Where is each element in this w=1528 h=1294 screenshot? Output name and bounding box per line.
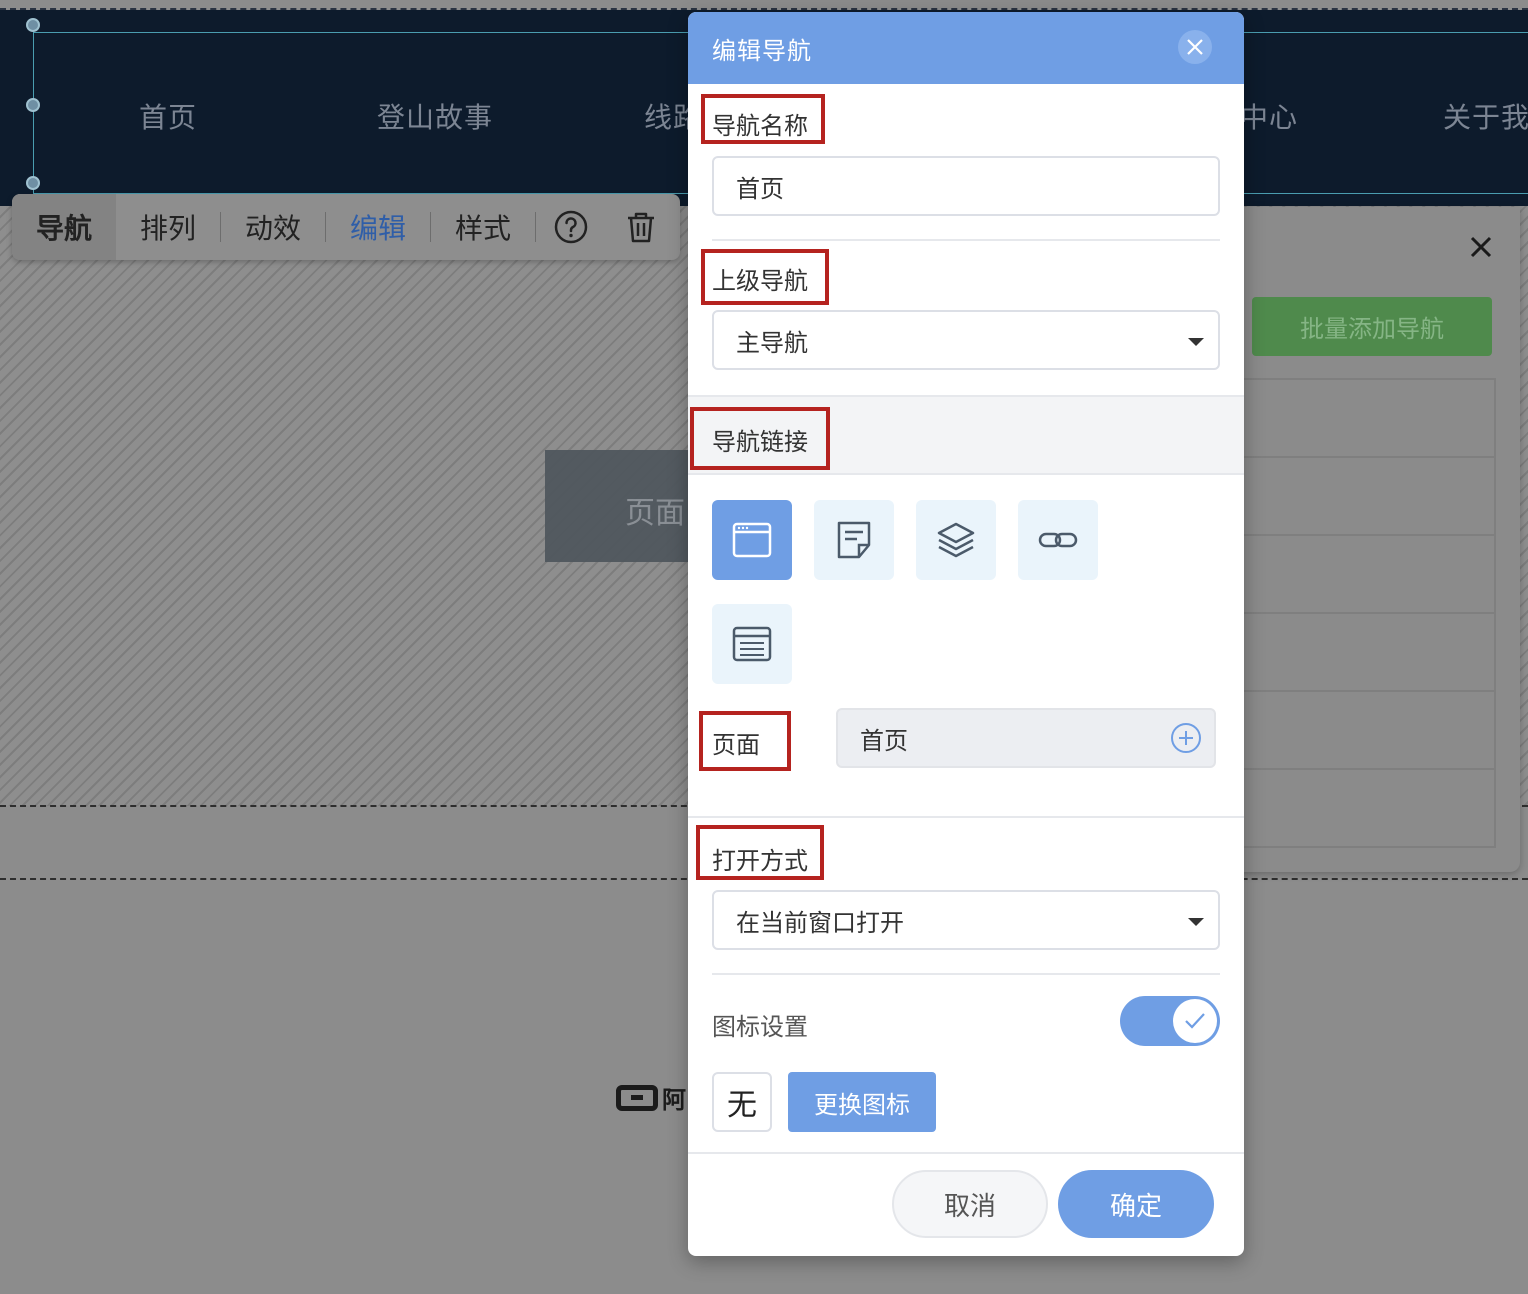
divider bbox=[712, 973, 1220, 975]
list-item[interactable] bbox=[1244, 692, 1494, 770]
divider bbox=[688, 1152, 1244, 1154]
toolbar-tab-style[interactable]: 样式 bbox=[431, 194, 535, 260]
list-item[interactable] bbox=[1244, 536, 1494, 614]
plus-circle-icon[interactable] bbox=[1170, 722, 1202, 754]
dialog-close-button[interactable] bbox=[1178, 30, 1212, 64]
list-page-icon bbox=[732, 626, 772, 662]
link-type-url[interactable] bbox=[1018, 500, 1098, 580]
site-nav-item-home[interactable]: 首页 bbox=[139, 96, 197, 136]
nav-list bbox=[1244, 378, 1496, 848]
link-icon bbox=[1038, 532, 1078, 548]
section-boundary bbox=[0, 8, 1528, 10]
page-icon bbox=[732, 522, 772, 558]
page-block: 页面 bbox=[545, 450, 695, 562]
help-button[interactable] bbox=[536, 194, 606, 260]
close-icon bbox=[1187, 39, 1203, 55]
link-type-list-page[interactable] bbox=[712, 604, 792, 684]
nav-name-label: 导航名称 bbox=[712, 112, 808, 140]
cancel-button[interactable]: 取消 bbox=[892, 1170, 1048, 1238]
article-icon bbox=[837, 521, 871, 559]
parent-nav-label: 上级导航 bbox=[712, 267, 808, 295]
edit-nav-dialog: 编辑导航 导航名称 首页 上级导航 主导航 导航链接 页面 首页 打开方式 在当… bbox=[688, 12, 1244, 1256]
chevron-down-icon bbox=[1188, 338, 1204, 346]
site-nav-item-about[interactable]: 关于我 bbox=[1443, 96, 1528, 136]
icon-preview: 无 bbox=[712, 1072, 772, 1132]
list-item[interactable] bbox=[1244, 458, 1494, 536]
toolbar-tab-nav[interactable]: 导航 bbox=[12, 194, 116, 260]
open-mode-value: 在当前窗口打开 bbox=[736, 908, 904, 937]
check-icon bbox=[1185, 1013, 1205, 1029]
parent-nav-value: 主导航 bbox=[736, 328, 808, 357]
page-block-label: 页面 bbox=[625, 496, 685, 531]
chevron-down-icon bbox=[1188, 918, 1204, 926]
open-mode-label: 打开方式 bbox=[712, 847, 808, 875]
toolbar-tab-arrange[interactable]: 排列 bbox=[116, 194, 220, 260]
help-circle-icon bbox=[554, 210, 588, 244]
footer-brand-text: 阿 bbox=[662, 1086, 686, 1114]
toolbar-tab-edit[interactable]: 编辑 bbox=[326, 194, 430, 260]
link-type-article[interactable] bbox=[814, 500, 894, 580]
link-type-page[interactable] bbox=[712, 500, 792, 580]
change-icon-button[interactable]: 更换图标 bbox=[788, 1072, 936, 1132]
resize-handle-middle[interactable] bbox=[26, 98, 40, 112]
resize-handle-bottom[interactable] bbox=[26, 176, 40, 190]
confirm-button[interactable]: 确定 bbox=[1058, 1170, 1214, 1238]
nav-link-label: 导航链接 bbox=[712, 428, 808, 456]
resize-handle-top[interactable] bbox=[26, 18, 40, 32]
panel-close-button[interactable] bbox=[1466, 232, 1496, 262]
page-picker-value: 首页 bbox=[860, 726, 908, 755]
divider bbox=[688, 816, 1244, 818]
layers-icon bbox=[937, 522, 975, 558]
parent-nav-select[interactable]: 主导航 bbox=[712, 310, 1220, 370]
list-item[interactable] bbox=[1244, 380, 1494, 458]
toggle-knob bbox=[1173, 999, 1217, 1043]
dialog-header: 编辑导航 bbox=[688, 12, 1244, 84]
open-mode-select[interactable]: 在当前窗口打开 bbox=[712, 890, 1220, 950]
component-toolbar: 导航 排列 动效 编辑 样式 bbox=[12, 194, 680, 260]
site-nav-item-stories[interactable]: 登山故事 bbox=[377, 96, 493, 136]
page-picker[interactable]: 首页 bbox=[836, 708, 1216, 768]
nav-name-input[interactable]: 首页 bbox=[712, 156, 1220, 216]
brand-logo-icon bbox=[616, 1084, 658, 1111]
icon-setting-toggle[interactable] bbox=[1120, 996, 1220, 1046]
dialog-title: 编辑导航 bbox=[712, 36, 812, 65]
list-item[interactable] bbox=[1244, 614, 1494, 692]
close-icon bbox=[1470, 236, 1492, 258]
icon-setting-label: 图标设置 bbox=[712, 1013, 808, 1041]
site-nav-item-center[interactable]: 中心 bbox=[1240, 96, 1298, 136]
link-type-layers[interactable] bbox=[916, 500, 996, 580]
trash-icon bbox=[628, 212, 654, 243]
delete-button[interactable] bbox=[606, 194, 676, 260]
batch-add-nav-button[interactable]: 批量添加导航 bbox=[1252, 297, 1492, 356]
divider bbox=[712, 239, 1220, 241]
page-label: 页面 bbox=[712, 731, 760, 759]
nav-name-value: 首页 bbox=[736, 174, 784, 203]
toolbar-tab-animation[interactable]: 动效 bbox=[221, 194, 325, 260]
footer-brand: 阿 bbox=[616, 1080, 686, 1115]
